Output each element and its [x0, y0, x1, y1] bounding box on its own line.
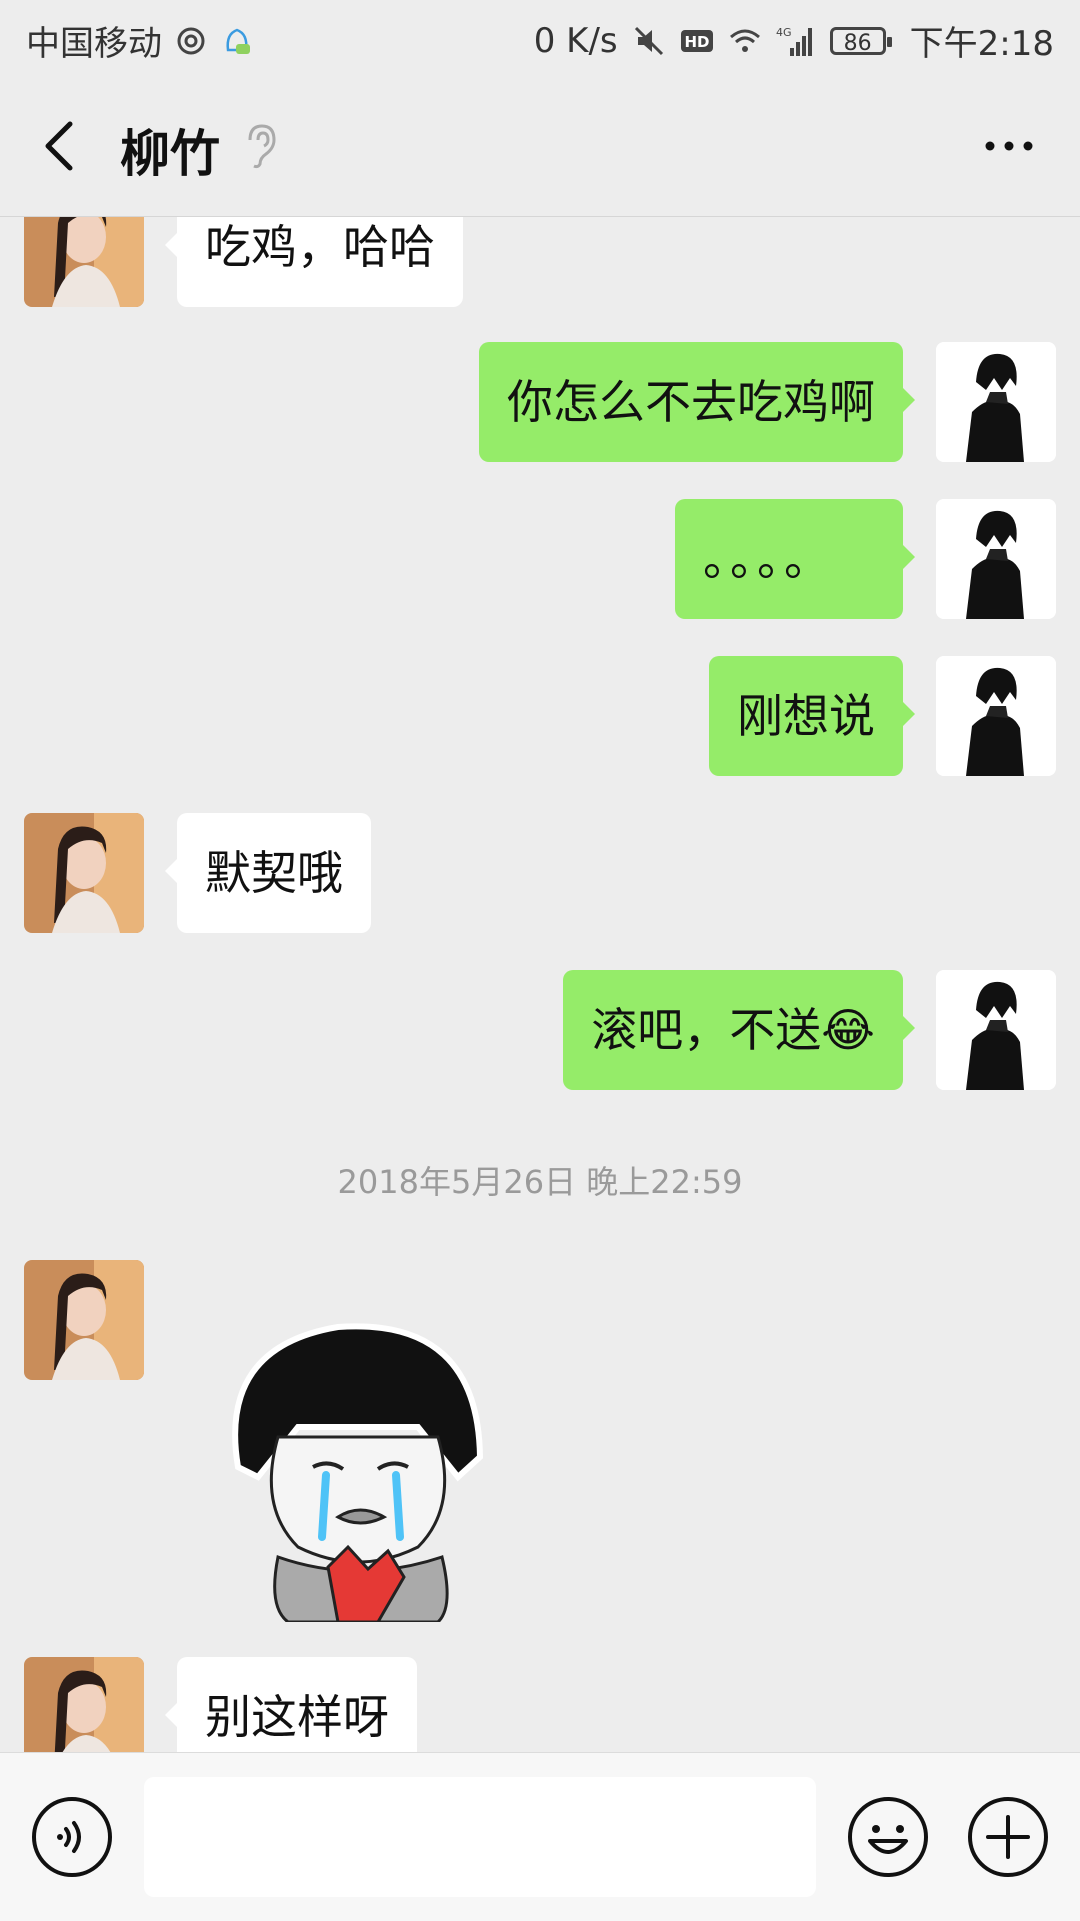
- more-dots-icon[interactable]: [982, 138, 1036, 154]
- svg-text:HD: HD: [684, 33, 709, 51]
- incoming-message[interactable]: 吃鸡，哈哈: [165, 217, 463, 307]
- message-list[interactable]: 吃鸡，哈哈 你怎么不去吃鸡啊 。。。。 刚想说 默契哦 滚吧，不送😂 2018年…: [0, 217, 1080, 1752]
- hd-icon: HD: [680, 29, 713, 52]
- input-toolbar: [0, 1752, 1080, 1921]
- contact-avatar[interactable]: [24, 1260, 144, 1380]
- signal-icon: 4G: [776, 26, 812, 56]
- message-text: 滚吧，不送: [591, 1003, 822, 1057]
- back-arrow-icon[interactable]: [36, 116, 86, 176]
- swirl-icon: [177, 27, 205, 54]
- chat-header: 柳竹: [0, 76, 1080, 217]
- message-timestamp: 2018年5月26日 晚上22:59: [337, 1163, 743, 1201]
- contact-avatar[interactable]: [24, 217, 144, 307]
- voice-input-icon[interactable]: [30, 1795, 114, 1879]
- network-speed: 0 K/s: [533, 20, 618, 61]
- my-avatar[interactable]: [936, 656, 1056, 776]
- emoji-icon[interactable]: [846, 1795, 930, 1879]
- my-avatar[interactable]: [936, 499, 1056, 619]
- outgoing-message[interactable]: 刚想说: [709, 656, 915, 776]
- laughing-crying-emoji-icon: 😂: [821, 1003, 875, 1057]
- battery-indicator: 86: [829, 26, 892, 56]
- wifi-icon: [729, 29, 760, 52]
- incoming-message[interactable]: 别这样呀: [165, 1657, 417, 1752]
- crying-mushroom-head-sticker[interactable]: [218, 1307, 498, 1622]
- status-bar: 中国移动 0 K/s HD 4G 86 下午2:18: [0, 0, 1080, 76]
- contact-avatar[interactable]: [24, 1657, 144, 1752]
- mute-icon: [634, 26, 663, 55]
- outgoing-message[interactable]: 你怎么不去吃鸡啊: [479, 342, 915, 462]
- message-input[interactable]: [144, 1777, 816, 1897]
- incoming-message[interactable]: 默契哦: [165, 813, 371, 933]
- outgoing-message[interactable]: 。。。。: [675, 499, 915, 619]
- qq-notification-icon: [226, 28, 250, 54]
- clock: 下午2:18: [909, 24, 1054, 64]
- chat-title: 柳竹: [120, 125, 220, 183]
- earpiece-mode-icon: [248, 124, 276, 169]
- svg-text:4G: 4G: [776, 26, 792, 39]
- my-avatar[interactable]: [936, 342, 1056, 462]
- contact-avatar[interactable]: [24, 813, 144, 933]
- add-icon[interactable]: [966, 1795, 1050, 1879]
- outgoing-message[interactable]: 滚吧，不送😂: [563, 970, 915, 1090]
- my-avatar[interactable]: [936, 970, 1056, 1090]
- carrier-label: 中国移动: [26, 24, 162, 64]
